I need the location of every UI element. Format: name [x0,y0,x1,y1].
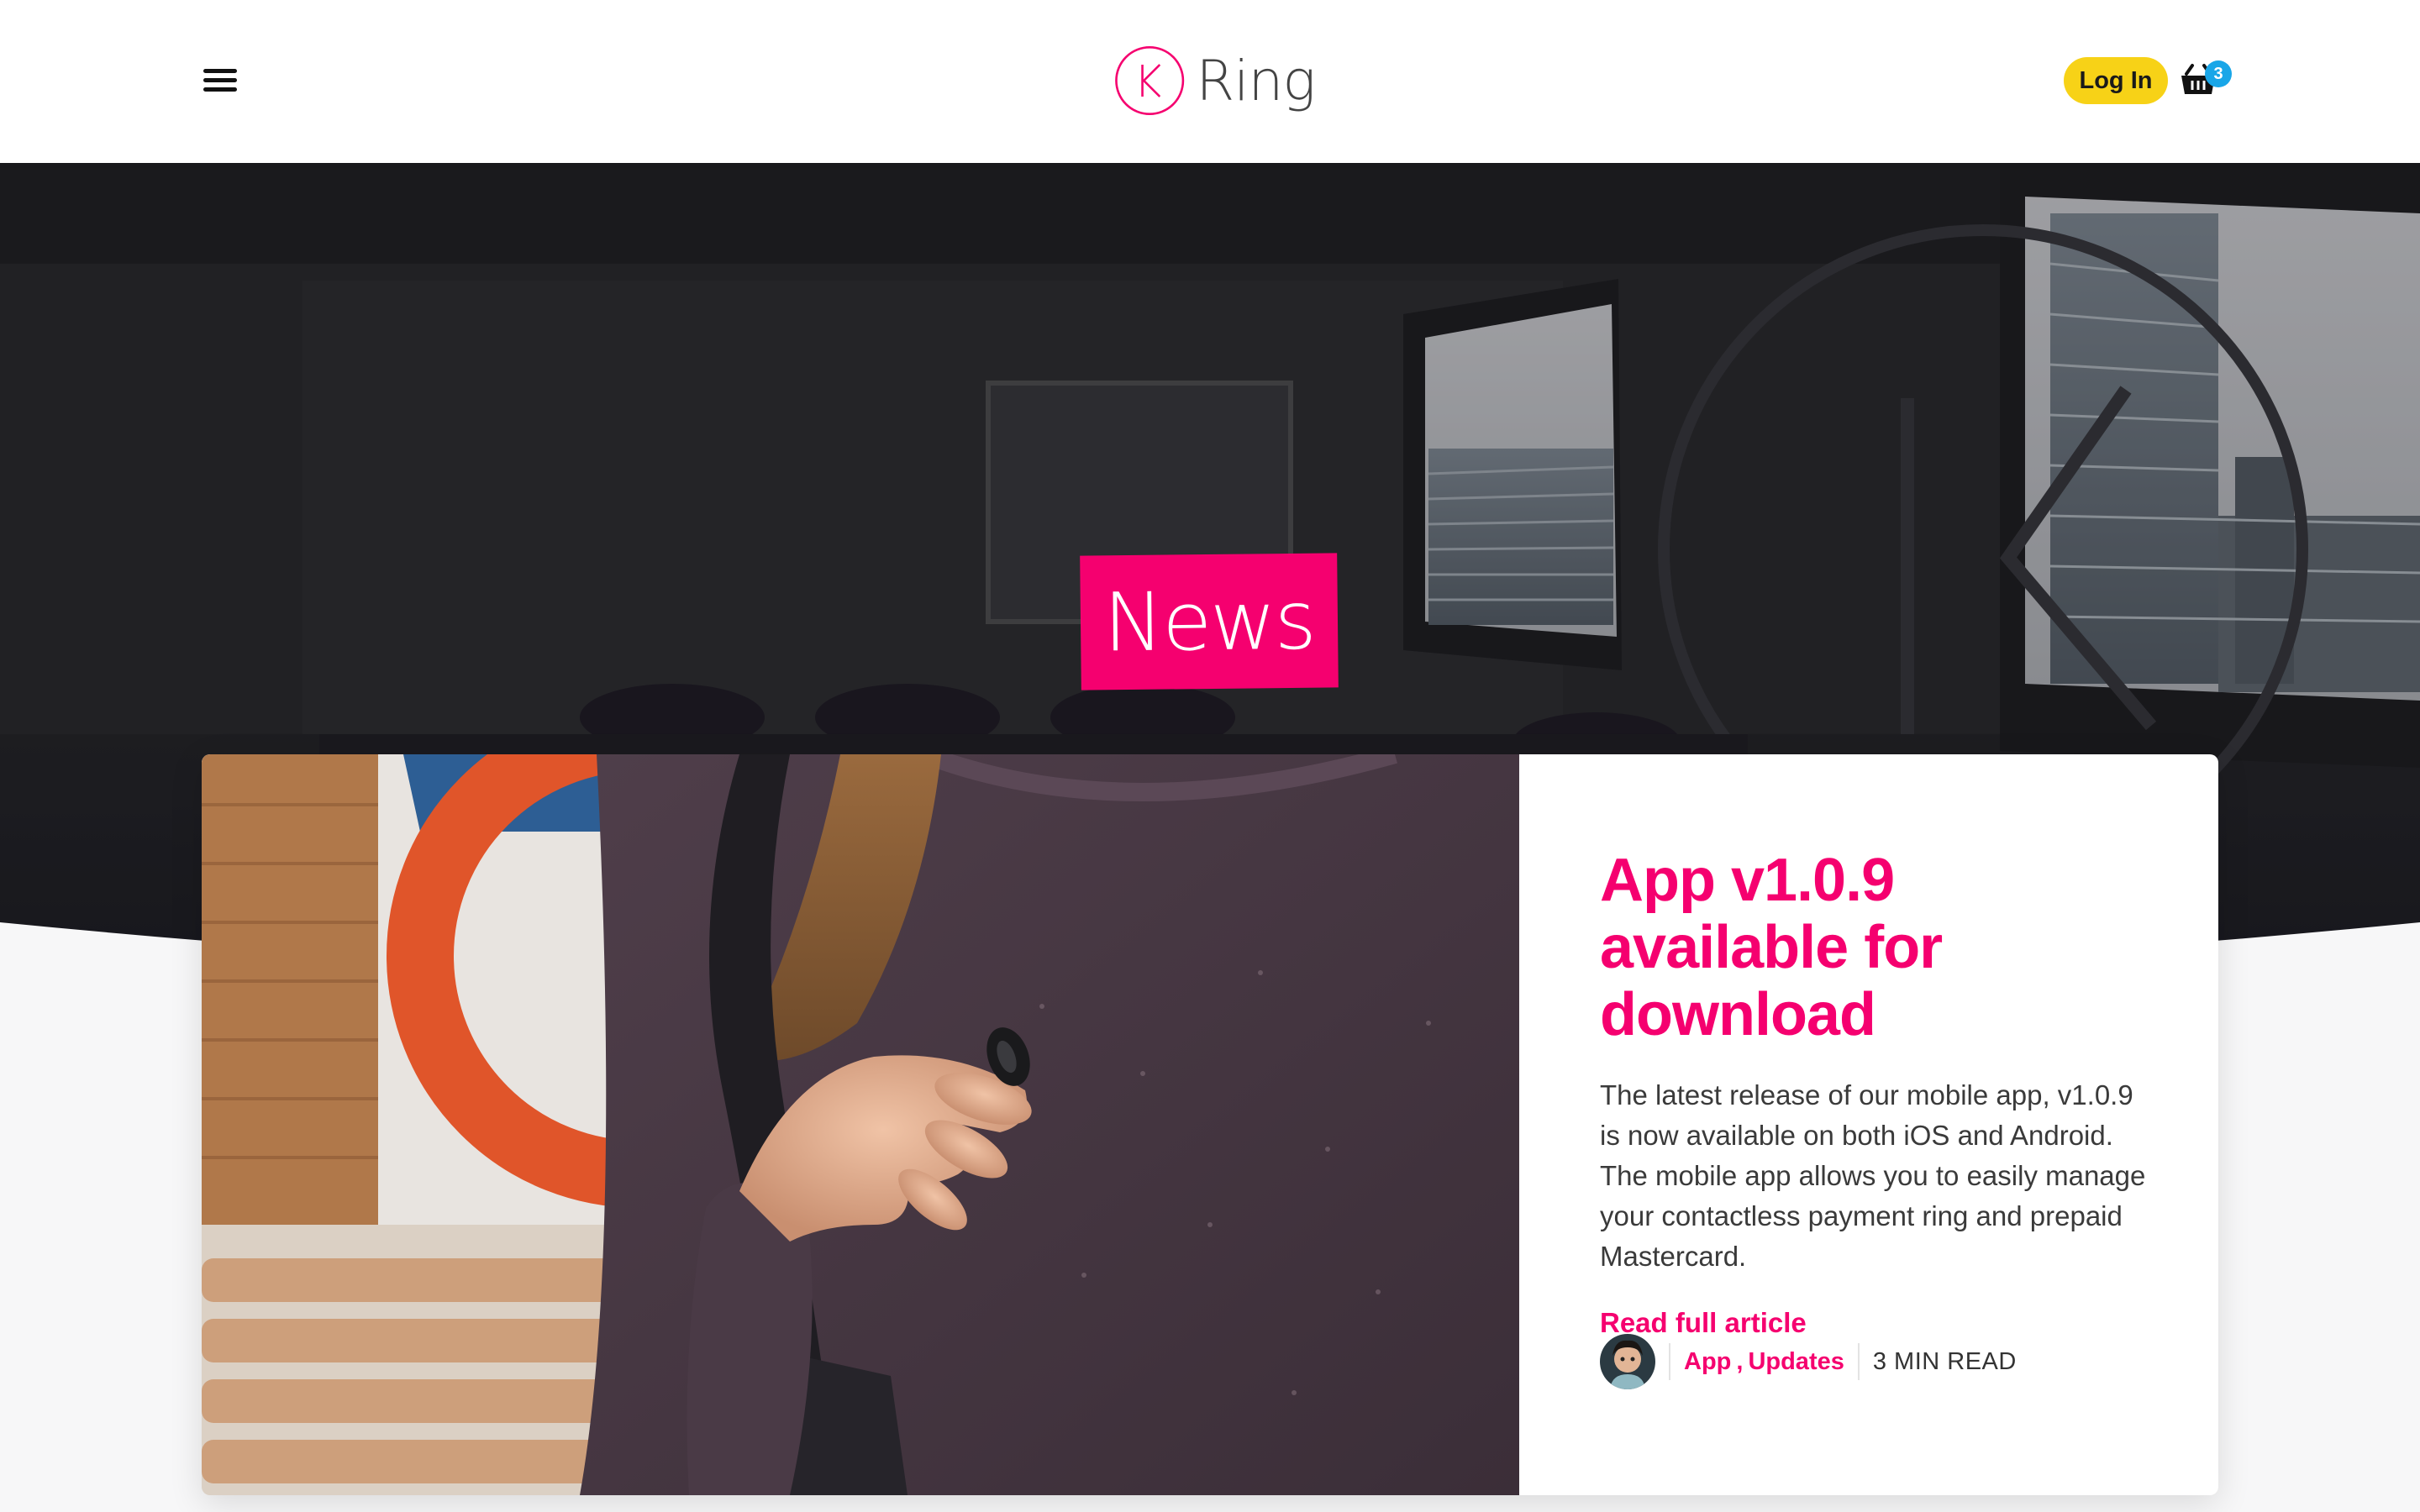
k-logo-icon [1115,45,1185,116]
woman-wearing-ring-photo [202,754,1519,1495]
read-time: 3 MIN READ [1872,1347,2017,1375]
author-avatar [1600,1334,1655,1389]
article-content: App v1.0.9 available for download The la… [1519,754,2218,1495]
article-meta: App , Updates 3 MIN READ [1600,1334,2017,1389]
hamburger-menu-icon[interactable] [203,67,240,94]
article-title[interactable]: App v1.0.9 available for download [1600,847,2151,1048]
tag-updates-link[interactable]: Updates [1748,1348,1844,1376]
tag-separator: , [1736,1347,1744,1375]
meta-divider [1857,1343,1860,1380]
login-button[interactable]: Log In [2064,57,2168,104]
site-logo[interactable]: Ring [1113,39,1316,123]
logo-wordmark: Ring [1196,48,1316,113]
article-image[interactable] [202,754,1519,1495]
tag-app-link[interactable]: App [1684,1348,1731,1376]
article-excerpt: The latest release of our mobile app, v1… [1600,1079,2146,1272]
page-title: News [1080,553,1339,690]
cart-count-badge: 3 [2205,60,2232,87]
cart-button[interactable]: 3 [2180,59,2232,106]
featured-article-card[interactable]: App v1.0.9 available for download The la… [202,754,2218,1495]
meta-divider [1669,1343,1670,1380]
site-header: Ring Log In 3 [0,0,2420,163]
